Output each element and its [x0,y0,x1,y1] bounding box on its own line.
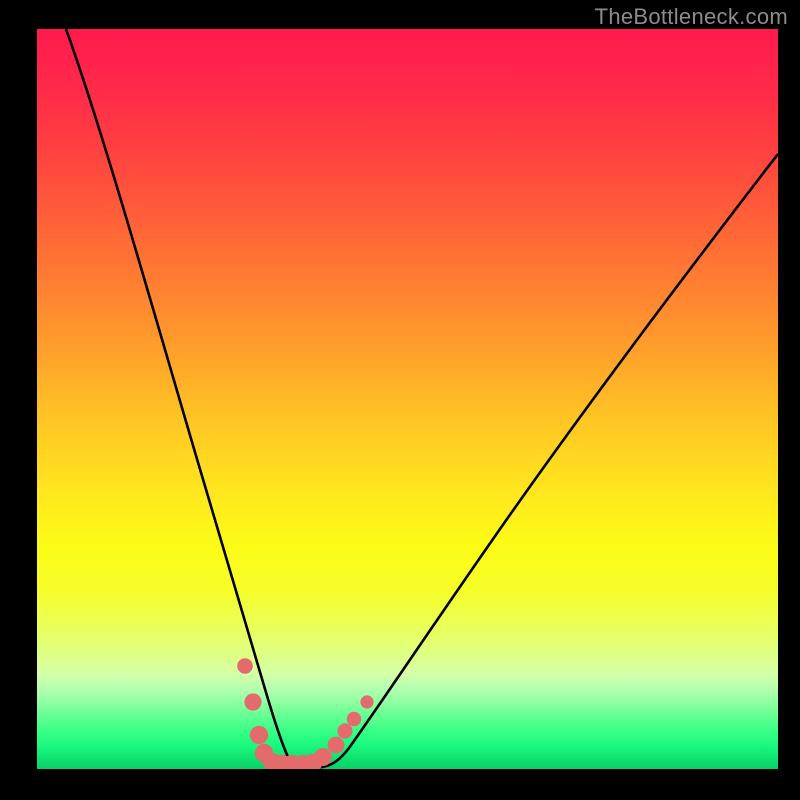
bottleneck-curve [66,29,778,768]
marker-dot [337,723,352,738]
marker-dot [314,748,332,766]
curve-layer [37,29,778,769]
chart-frame: TheBottleneck.com [0,0,800,800]
marker-group [237,658,373,769]
marker-dot [250,726,268,744]
marker-dot [244,693,261,710]
watermark: TheBottleneck.com [595,4,788,30]
plot-area [37,29,778,769]
marker-dot [237,658,253,674]
marker-dot [347,712,361,726]
marker-dot [360,695,373,708]
marker-dot [328,737,345,754]
